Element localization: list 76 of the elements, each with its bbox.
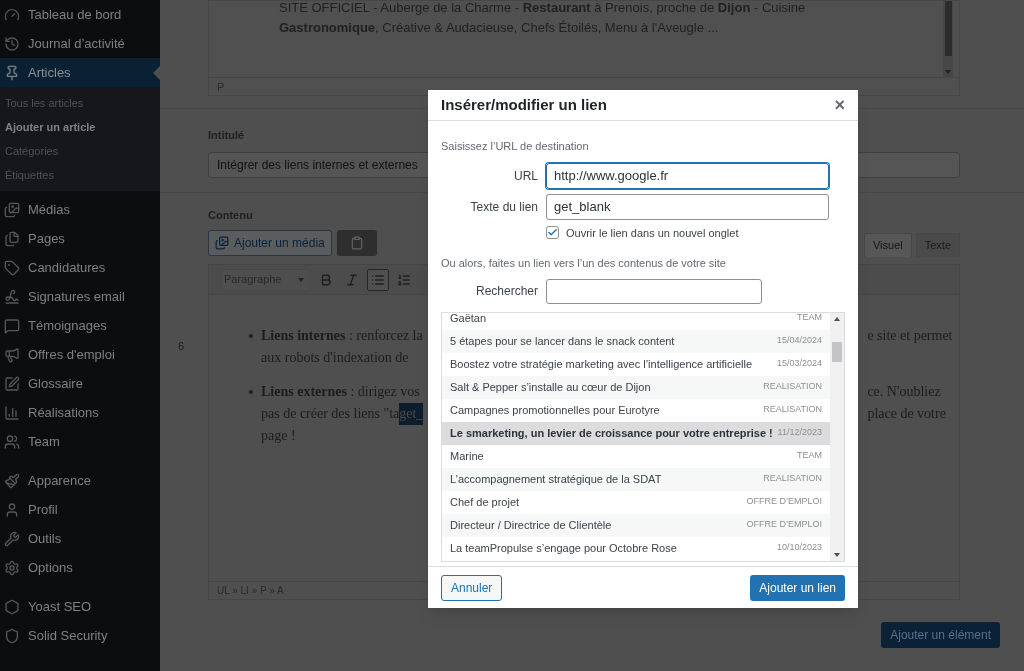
bullet-icon: [249, 334, 253, 338]
sidebar-item[interactable]: Pages: [0, 224, 160, 253]
pages-icon: [4, 230, 20, 247]
result-row[interactable]: 5 étapes pour se lancer dans le snack content 15/04/2024: [442, 329, 830, 353]
tag-icon: [4, 259, 20, 276]
submenu-item[interactable]: Ajouter un article: [0, 115, 160, 139]
images-icon: [4, 201, 20, 218]
hexagon-icon: [4, 598, 20, 615]
sidebar-item[interactable]: Options: [0, 553, 160, 582]
sidebar-item[interactable]: Apparence: [0, 466, 160, 495]
dialog-title: Insérer/modifier un lien: [441, 94, 607, 115]
scrollbar[interactable]: [943, 1, 953, 77]
caret-icon: [298, 277, 304, 282]
dialog-instruction: Ou alors, faites un lien vers l’un des contenus de votre site: [441, 256, 727, 271]
sidebar-item[interactable]: Signatures email: [0, 282, 160, 311]
scroll-down-icon: [834, 552, 840, 557]
gauge-icon: [4, 6, 20, 23]
bullet-icon: [249, 390, 253, 394]
field-label: URL: [513, 167, 538, 185]
sidebar-item[interactable]: Offres d'emploi: [0, 340, 160, 369]
link-text-field[interactable]: get_blank: [546, 193, 829, 220]
person-icon: [4, 501, 20, 518]
result-row[interactable]: Le smarketing, un levier de croissance pour votre entreprise ! 11/12/2023: [442, 421, 830, 445]
add-link-button[interactable]: Ajouter un lien: [750, 574, 845, 601]
megaphone-icon: [4, 346, 20, 363]
sidebar-item[interactable]: Candidatures: [0, 253, 160, 282]
people-icon: [4, 433, 20, 450]
checkbox-label: Ouvrir le lien dans un nouvel onglet: [566, 225, 739, 241]
sidebar-item[interactable]: Outils: [0, 524, 160, 553]
close-button[interactable]: ×: [834, 96, 845, 114]
chart-icon: [4, 404, 20, 421]
result-row[interactable]: Salt & Pepper s’installe au cœur de Dijon REALISATION: [442, 375, 830, 399]
bold-icon: [319, 272, 333, 287]
signature-icon: [4, 288, 20, 305]
scroll-thumb[interactable]: [832, 341, 842, 362]
scroll-up-icon: [834, 316, 840, 321]
sidebar-item[interactable]: Yoast SEO: [0, 592, 160, 621]
sidebar-item[interactable]: Glossaire: [0, 369, 160, 398]
cancel-button[interactable]: Annuler: [441, 574, 503, 601]
wrench-icon: [4, 530, 20, 547]
paintbrush-icon: [4, 472, 20, 489]
pin-icon: [4, 64, 20, 81]
search-field[interactable]: [546, 278, 762, 304]
bullet-list-icon: [371, 272, 385, 287]
sidebar-item[interactable]: Témoignages: [0, 311, 160, 340]
result-row[interactable]: Directeur / Directrice de Clientèle OFFRE D’EMPLOI: [442, 513, 830, 537]
settings-icon: [4, 559, 20, 576]
sidebar-item[interactable]: Profil: [0, 495, 160, 524]
shield-icon: [4, 627, 20, 644]
selected-text: get_: [399, 403, 424, 425]
numbered-list-icon: [397, 272, 411, 287]
toolbar-button[interactable]: [367, 268, 389, 291]
field-label: Texte du lien: [469, 198, 538, 216]
sidebar-item[interactable]: Team: [0, 427, 160, 456]
url-field[interactable]: http://www.google.fr: [546, 162, 829, 189]
clipboard-icon: [349, 236, 364, 250]
sidebar-item[interactable]: Médias: [0, 195, 160, 224]
history-icon: [4, 35, 20, 52]
dialog-instruction: Saisissez l’URL de destination: [441, 139, 590, 154]
sidebar-item[interactable]: Articles: [0, 58, 160, 87]
italic-icon: [345, 272, 359, 287]
pen-icon: [4, 375, 20, 392]
images-icon: [215, 236, 229, 250]
scrollbar[interactable]: [830, 312, 844, 561]
result-row[interactable]: L’accompagnement stratégique de la SDAT REALISATION: [442, 467, 830, 491]
add-element-button[interactable]: Ajouter un élément: [881, 622, 1000, 648]
sidebar-item[interactable]: Réalisations: [0, 398, 160, 427]
clipboard-button[interactable]: [336, 230, 377, 256]
sidebar-item[interactable]: Tableau de bord: [0, 0, 160, 29]
checkbox[interactable]: [546, 226, 559, 240]
field-label: Rechercher: [474, 283, 538, 300]
speech-bubble-icon: [4, 317, 20, 334]
scroll-down-icon: [945, 70, 951, 74]
sidebar-item[interactable]: Journal d’activité: [0, 29, 160, 58]
sidebar-item[interactable]: Solid Security: [0, 621, 160, 650]
editor-tab[interactable]: Visuel: [863, 233, 912, 257]
